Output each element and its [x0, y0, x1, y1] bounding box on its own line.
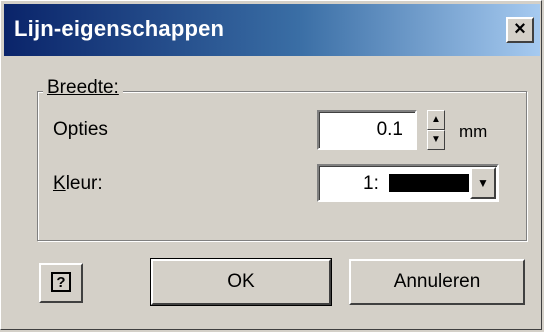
dialog-title: Lijn-eigenschappen: [14, 16, 225, 41]
close-icon: ×: [514, 18, 526, 40]
ok-button[interactable]: OK: [150, 258, 332, 306]
kleur-label: Kleur:: [53, 173, 103, 194]
color-swatch: [389, 174, 469, 192]
width-value: 0.1: [376, 119, 403, 140]
width-spinner[interactable]: ▲ ▼: [427, 110, 445, 150]
spin-up-button[interactable]: ▲: [427, 110, 445, 130]
triangle-up-icon: ▲: [431, 114, 441, 125]
kleur-label-text: leur:: [65, 173, 103, 194]
groupbox-label-text: Breedte:: [47, 77, 119, 98]
color-dropdown[interactable]: 1: ▼: [317, 164, 499, 202]
unit-label: mm: [459, 122, 488, 141]
chevron-down-icon: ▼: [477, 176, 489, 190]
triangle-down-icon: ▼: [431, 134, 441, 145]
help-button[interactable]: ?: [39, 263, 83, 303]
title-bar[interactable]: Lijn-eigenschappen ×: [4, 4, 540, 56]
groupbox-label: Breedte:: [43, 77, 123, 99]
dialog-window: Lijn-eigenschappen × Breedte: Opties 0.1…: [0, 0, 542, 330]
spin-down-button[interactable]: ▼: [427, 130, 445, 150]
close-button[interactable]: ×: [506, 17, 534, 43]
opties-label: Opties: [53, 119, 108, 140]
width-input[interactable]: 0.1: [317, 110, 417, 150]
dropdown-button[interactable]: ▼: [470, 167, 496, 199]
color-index: 1:: [363, 173, 379, 194]
help-icon: ?: [51, 272, 71, 292]
cancel-button[interactable]: Annuleren: [349, 259, 525, 305]
